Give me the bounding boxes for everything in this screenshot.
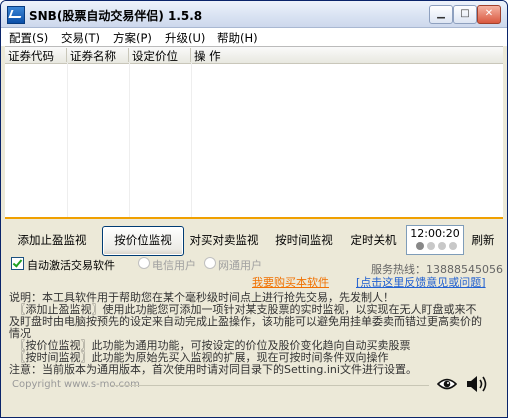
menu-config[interactable]: 配置(S) — [9, 30, 48, 46]
minimize-button[interactable]: ▁ — [429, 5, 453, 24]
description-line: 〖添加止盈监视〗使用此功能您可添加一项针对某支股票的实时监视，以实现在无人盯盘或… — [9, 303, 477, 316]
menu-trade[interactable]: 交易(T) — [61, 30, 100, 46]
auto-activate-label[interactable]: 自动激活交易软件 — [27, 257, 115, 272]
col-name[interactable]: 证券名称 — [67, 48, 129, 63]
menu-help[interactable]: 帮助(H) — [217, 30, 258, 46]
netcom-label[interactable]: 网通用户 — [218, 257, 262, 272]
eye-icon[interactable] — [437, 377, 457, 391]
price-watch-button[interactable]: 按价位监视 — [102, 226, 184, 256]
col-action[interactable]: 操 作 — [191, 48, 254, 63]
menu-upgrade[interactable]: 升级(U) — [165, 30, 205, 46]
description-line: 情况 — [9, 327, 31, 340]
telecom-label[interactable]: 电信用户 — [152, 257, 196, 272]
window-title: SNB(股票自动交易伴侣) 1.5.8 — [29, 9, 203, 23]
description-line: 说明：本工具软件用于帮助您在某个毫秒级时间点上进行抢先交易，先发制人！ — [9, 291, 394, 304]
col-price[interactable]: 设定价位 — [129, 48, 191, 63]
description-line: 〖按时间监视〗此功能为原始先买入监视的扩展，现在可按时间条件双向操作 — [9, 351, 389, 364]
telecom-radio[interactable] — [138, 257, 150, 269]
timed-shutdown-button[interactable]: 定时关机 — [346, 226, 401, 254]
menu-bar: 配置(S) 交易(T) 方案(P) 升级(U) 帮助(H) — [1, 28, 507, 46]
close-button[interactable]: ✕ — [477, 5, 501, 24]
netcom-radio[interactable] — [204, 257, 216, 269]
column-divider — [129, 63, 130, 217]
maximize-button[interactable]: □ — [453, 5, 477, 24]
accent-divider — [5, 217, 503, 219]
table-header: 证券代码 证券名称 设定价位 操 作 — [5, 47, 503, 64]
clock-display: 12:00:20 — [406, 225, 464, 255]
footer-divider — [111, 385, 429, 386]
menu-plan[interactable]: 方案(P) — [113, 30, 152, 46]
status-dot — [416, 242, 424, 250]
speaker-icon[interactable] — [465, 375, 489, 393]
clock-time: 12:00:20 — [410, 227, 460, 240]
description-line: 注意：当前版本为通用版本，首次使用时请对同目录下的Setting.ini文件进行… — [9, 363, 417, 376]
pair-trade-watch-button[interactable]: 对买对卖监视 — [186, 226, 262, 254]
main-window: SNB(股票自动交易伴侣) 1.5.8 ▁ □ ✕ 配置(S) 交易(T) 方案… — [0, 0, 508, 418]
add-stop-profit-button[interactable]: 添加止盈监视 — [11, 226, 93, 254]
status-dot — [449, 242, 457, 250]
watch-table[interactable]: 证券代码 证券名称 设定价位 操 作 — [5, 46, 503, 218]
auto-activate-checkbox[interactable] — [11, 257, 24, 270]
status-dot — [427, 242, 435, 250]
description-line: 〖按价位监视〗此功能为通用功能，可按设定的价位及股价变化趋向自动买卖股票 — [9, 339, 411, 352]
app-icon — [7, 6, 25, 24]
column-divider — [191, 63, 192, 217]
feedback-link[interactable]: [点击这里反馈意见或问题] — [356, 274, 486, 290]
col-code[interactable]: 证券代码 — [5, 48, 67, 63]
column-divider — [67, 63, 68, 217]
description-line: 及盯盘时由电脑按预先的设定来自动完成止盈操作，该功能可以避免用挂单委卖而错过更高… — [9, 315, 482, 328]
refresh-button[interactable]: 刷新 — [465, 226, 501, 254]
status-dot — [438, 242, 446, 250]
time-watch-button[interactable]: 按时间监视 — [267, 226, 341, 254]
buy-software-link[interactable]: 我要购买本软件 — [252, 274, 329, 290]
title-bar[interactable]: SNB(股票自动交易伴侣) 1.5.8 ▁ □ ✕ — [1, 1, 507, 28]
